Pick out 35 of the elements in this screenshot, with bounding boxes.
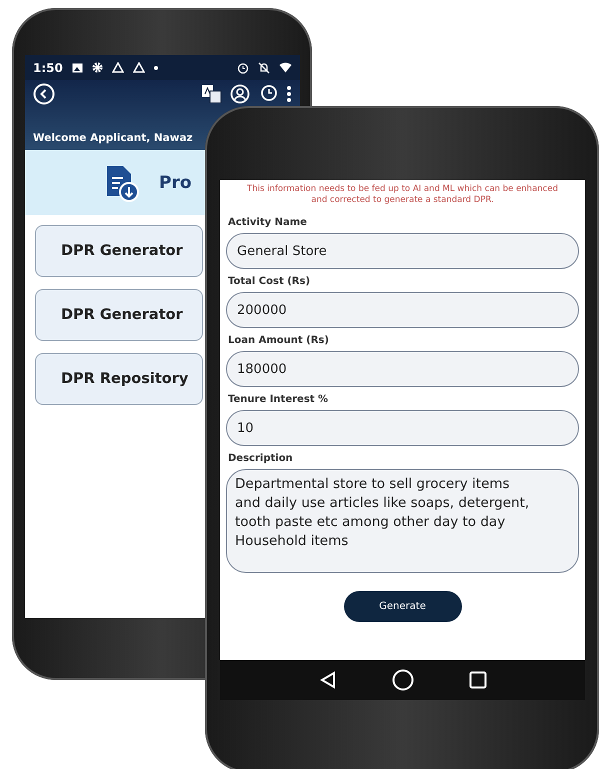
input-field[interactable]: 10: [226, 410, 579, 446]
field-label: Loan Amount (Rs): [228, 335, 330, 346]
field-label: Description: [228, 453, 294, 464]
status-time: 1:50: [33, 60, 63, 74]
menu-item[interactable]: DPR Generator: [35, 289, 203, 341]
more-icon[interactable]: [286, 85, 292, 103]
home-icon[interactable]: [392, 669, 414, 691]
wifi-icon: [279, 62, 292, 73]
menu-item[interactable]: DPR Generator: [35, 225, 203, 277]
description-field[interactable]: Departmental store to sell grocery items and daily use articles like soaps, detergent, tooth paste etc among other day to day Household items: [226, 469, 579, 574]
image-icon: [72, 62, 83, 72]
input-field[interactable]: 200000: [226, 292, 579, 328]
welcome-text: Welcome Applicant, Nawaz: [33, 132, 194, 144]
menu-item[interactable]: DPR Repository: [35, 353, 203, 405]
translate-icon[interactable]: [202, 85, 222, 103]
notice-text: This information needs to be fed up to AI and ML which can be enhanced and corrected to generate a standard DPR.: [246, 184, 559, 206]
alarm-icon: [237, 62, 249, 74]
recents-icon[interactable]: [468, 671, 486, 689]
page-title: Pro: [159, 172, 192, 192]
field-label: Tenure Interest %: [228, 394, 330, 406]
mute-icon: [258, 62, 270, 74]
field-label: Total Cost (Rs): [228, 276, 312, 288]
triangle-icon: [132, 62, 145, 73]
alarm-icon[interactable]: [258, 84, 278, 104]
document-download-icon: [105, 164, 139, 202]
input-field[interactable]: General Store: [226, 233, 579, 270]
triangle-icon: [112, 62, 124, 73]
input-field[interactable]: 180000: [226, 351, 579, 388]
gear-icon: [92, 62, 103, 73]
dot-icon: [154, 66, 158, 70]
generate-button[interactable]: Generate: [344, 591, 462, 622]
back-icon[interactable]: [318, 671, 336, 689]
field-label: Activity Name: [228, 217, 308, 228]
profile-icon[interactable]: [230, 84, 250, 104]
back-icon[interactable]: [33, 83, 55, 105]
